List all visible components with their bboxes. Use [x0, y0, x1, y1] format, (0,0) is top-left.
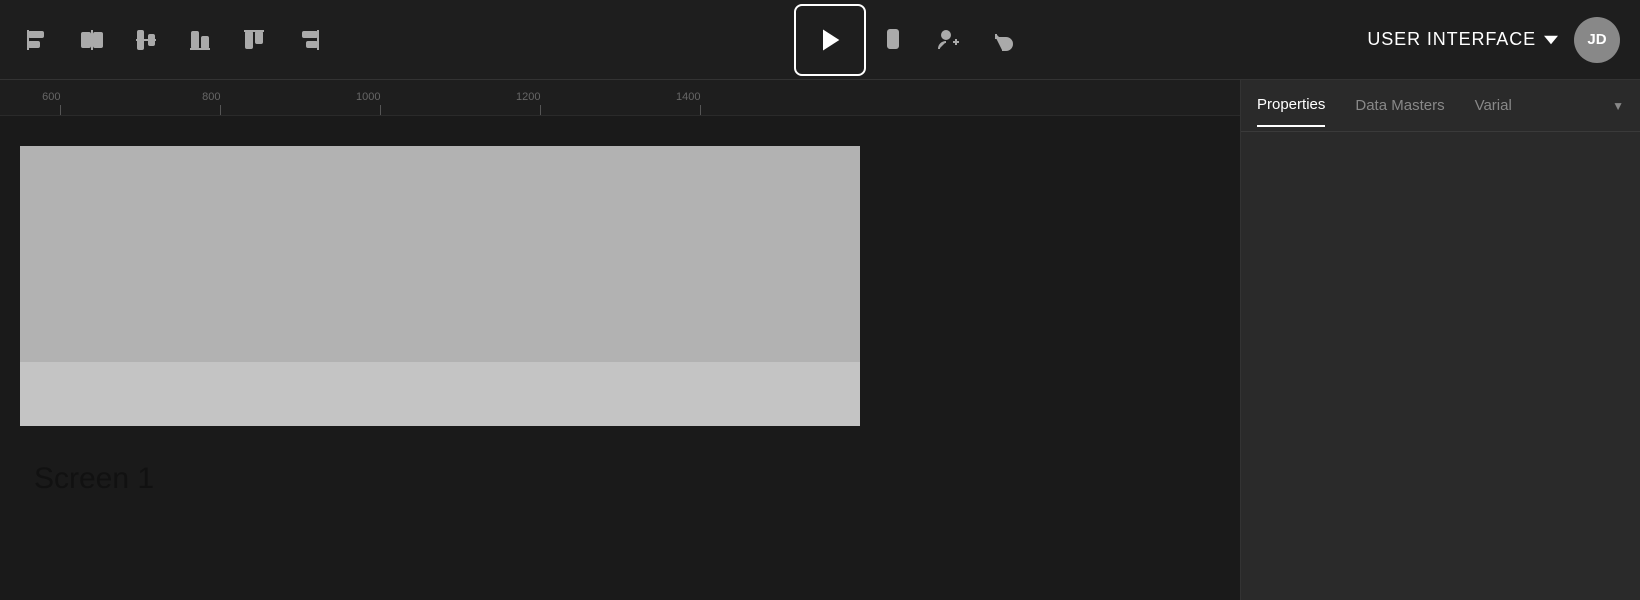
- align-bottom-icon[interactable]: [182, 22, 218, 58]
- align-top-icon[interactable]: [236, 22, 272, 58]
- panel-tabs-more-icon[interactable]: ▼: [1612, 99, 1624, 113]
- ruler-mark-600: 600: [60, 105, 61, 115]
- main-area: 600 800 1000 1200 1400: [0, 80, 1640, 600]
- toolbar-left: [20, 22, 1367, 58]
- panel-body: [1241, 132, 1640, 600]
- add-user-icon[interactable]: [931, 22, 967, 58]
- screen-inner-bar: [20, 362, 860, 426]
- ruler-mark-1200: 1200: [540, 105, 541, 115]
- project-name-label: USER INTERFACE: [1367, 29, 1536, 50]
- canvas-area: 600 800 1000 1200 1400: [0, 80, 1240, 600]
- tab-varial[interactable]: Varial: [1475, 85, 1512, 126]
- ruler: 600 800 1000 1200 1400: [0, 80, 1240, 116]
- tab-data-masters[interactable]: Data Masters: [1355, 85, 1444, 126]
- ruler-mark-1400: 1400: [700, 105, 701, 115]
- align-right-icon[interactable]: [290, 22, 326, 58]
- canvas-content: Screen 1: [20, 146, 1240, 426]
- toolbar-center-icons: [875, 22, 1023, 58]
- project-name-button[interactable]: USER INTERFACE: [1367, 29, 1558, 50]
- ruler-mark-1000: 1000: [380, 105, 381, 115]
- dropdown-arrow-icon: [1544, 33, 1558, 47]
- toolbar-right: USER INTERFACE JD: [1367, 17, 1620, 63]
- tab-properties[interactable]: Properties: [1257, 84, 1325, 127]
- align-left-icon[interactable]: [20, 22, 56, 58]
- ruler-mark-800: 800: [220, 105, 221, 115]
- right-panel: Properties Data Masters Varial ▼: [1240, 80, 1640, 600]
- play-button[interactable]: [794, 4, 866, 76]
- undo-icon[interactable]: [987, 22, 1023, 58]
- avatar[interactable]: JD: [1574, 17, 1620, 63]
- align-center-v-icon[interactable]: [128, 22, 164, 58]
- play-icon: [816, 26, 844, 54]
- align-columns-icon[interactable]: [74, 22, 110, 58]
- screen-frame[interactable]: Screen 1: [20, 146, 860, 426]
- device-icon[interactable]: [875, 22, 911, 58]
- screen-label: Screen 1: [34, 462, 154, 496]
- toolbar: USER INTERFACE JD: [0, 0, 1640, 80]
- panel-tabs: Properties Data Masters Varial ▼: [1241, 80, 1640, 132]
